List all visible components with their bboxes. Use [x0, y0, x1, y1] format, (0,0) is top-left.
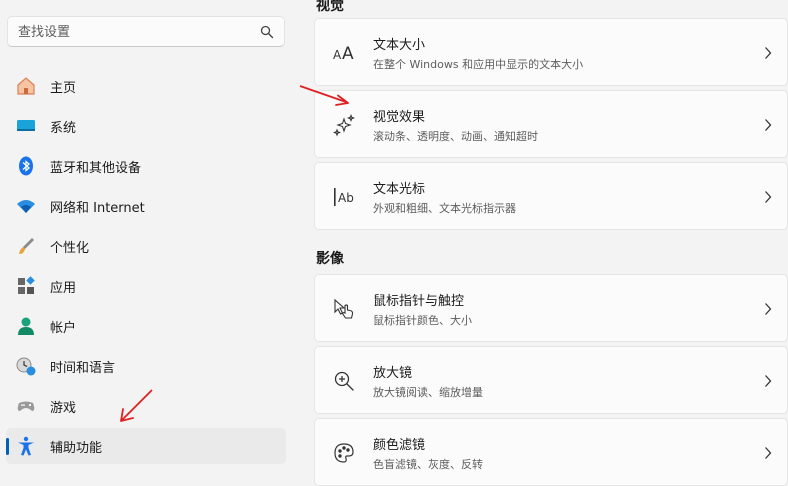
sidebar-item-time-language[interactable]: 时间和语言 [6, 348, 286, 384]
sidebar-item-network[interactable]: 网络和 Internet [6, 188, 286, 224]
card-title: 放大镜 [373, 366, 413, 381]
chevron-right-icon [765, 375, 772, 387]
magnifier-icon [332, 369, 356, 393]
sidebar-item-label: 网络和 Internet [50, 200, 145, 216]
sidebar-item-accounts[interactable]: 帐户 [6, 308, 286, 344]
sidebar-nav: 主页 系统 蓝牙和其他设备 网络和 Internet 个性化 应用 帐户 时间和… [6, 68, 286, 468]
sidebar-item-label: 蓝牙和其他设备 [50, 160, 142, 176]
sidebar-item-label: 个性化 [50, 240, 90, 256]
text-cursor-icon: Ab [332, 185, 356, 209]
card-magnifier[interactable]: 放大镜 放大镜阅读、缩放增量 [314, 346, 788, 414]
sidebar-item-label: 游戏 [50, 400, 77, 416]
sidebar-item-accessibility[interactable]: 辅助功能 [6, 428, 286, 464]
search-box[interactable] [7, 16, 285, 47]
sparkle-icon [332, 113, 356, 137]
sidebar-item-home[interactable]: 主页 [6, 68, 286, 104]
svg-text:A: A [333, 48, 342, 62]
section-title-imaging: 影像 [316, 251, 344, 267]
gamepad-icon [15, 395, 37, 417]
search-input[interactable] [18, 23, 248, 41]
account-icon [15, 315, 37, 337]
wifi-icon [15, 195, 37, 217]
card-color-filters[interactable]: 颜色滤镜 色盲滤镜、灰度、反转 [314, 418, 788, 486]
section-title-vision: 视觉 [316, 0, 344, 14]
bluetooth-icon [15, 155, 37, 177]
chevron-right-icon [765, 47, 772, 59]
svg-text:Ab: Ab [338, 191, 354, 205]
sidebar-item-apps[interactable]: 应用 [6, 268, 286, 304]
card-title: 颜色滤镜 [373, 438, 426, 453]
card-subtitle: 在整个 Windows 和应用中显示的文本大小 [373, 58, 584, 71]
card-text-size[interactable]: AA 文本大小 在整个 Windows 和应用中显示的文本大小 [314, 18, 788, 86]
card-title: 文本大小 [373, 38, 426, 53]
card-subtitle: 放大镜阅读、缩放增量 [373, 386, 483, 399]
chevron-right-icon [765, 447, 772, 459]
sidebar-item-label: 主页 [50, 80, 77, 96]
svg-text:A: A [342, 44, 354, 64]
chevron-right-icon [765, 119, 772, 131]
main-panel: 视觉 AA 文本大小 在整个 Windows 和应用中显示的文本大小 视觉效果 … [314, 0, 788, 486]
active-indicator [6, 438, 9, 455]
card-subtitle: 鼠标指针颜色、大小 [373, 314, 472, 327]
sidebar-item-system[interactable]: 系统 [6, 108, 286, 144]
card-visual-effects[interactable]: 视觉效果 滚动条、透明度、动画、通知超时 [314, 90, 788, 158]
search-icon[interactable] [260, 25, 274, 39]
palette-icon [332, 441, 356, 465]
sidebar-item-personalization[interactable]: 个性化 [6, 228, 286, 264]
pointer-touch-icon [332, 297, 356, 321]
sidebar-item-label: 应用 [50, 280, 77, 296]
sidebar-item-label: 时间和语言 [50, 360, 116, 376]
clock-globe-icon [15, 355, 37, 377]
card-title: 鼠标指针与触控 [373, 294, 465, 309]
card-mouse-pointer-touch[interactable]: 鼠标指针与触控 鼠标指针颜色、大小 [314, 274, 788, 342]
card-subtitle: 滚动条、透明度、动画、通知超时 [373, 130, 538, 143]
home-icon [15, 75, 37, 97]
sidebar-item-gaming[interactable]: 游戏 [6, 388, 286, 424]
sidebar-item-bluetooth[interactable]: 蓝牙和其他设备 [6, 148, 286, 184]
apps-icon [15, 275, 37, 297]
sidebar-item-label: 辅助功能 [50, 440, 103, 456]
sidebar-item-label: 帐户 [50, 320, 77, 336]
accessibility-icon [15, 435, 37, 457]
system-icon [15, 115, 37, 137]
brush-icon [15, 235, 37, 257]
text-size-icon: AA [332, 41, 356, 65]
card-title: 视觉效果 [373, 110, 426, 125]
card-subtitle: 外观和粗细、文本光标指示器 [373, 202, 516, 215]
chevron-right-icon [765, 191, 772, 203]
chevron-right-icon [765, 303, 772, 315]
sidebar-item-label: 系统 [50, 120, 77, 136]
sidebar: 主页 系统 蓝牙和其他设备 网络和 Internet 个性化 [0, 0, 300, 474]
card-subtitle: 色盲滤镜、灰度、反转 [373, 458, 483, 471]
card-title: 文本光标 [373, 182, 426, 197]
card-text-cursor[interactable]: Ab 文本光标 外观和粗细、文本光标指示器 [314, 162, 788, 230]
